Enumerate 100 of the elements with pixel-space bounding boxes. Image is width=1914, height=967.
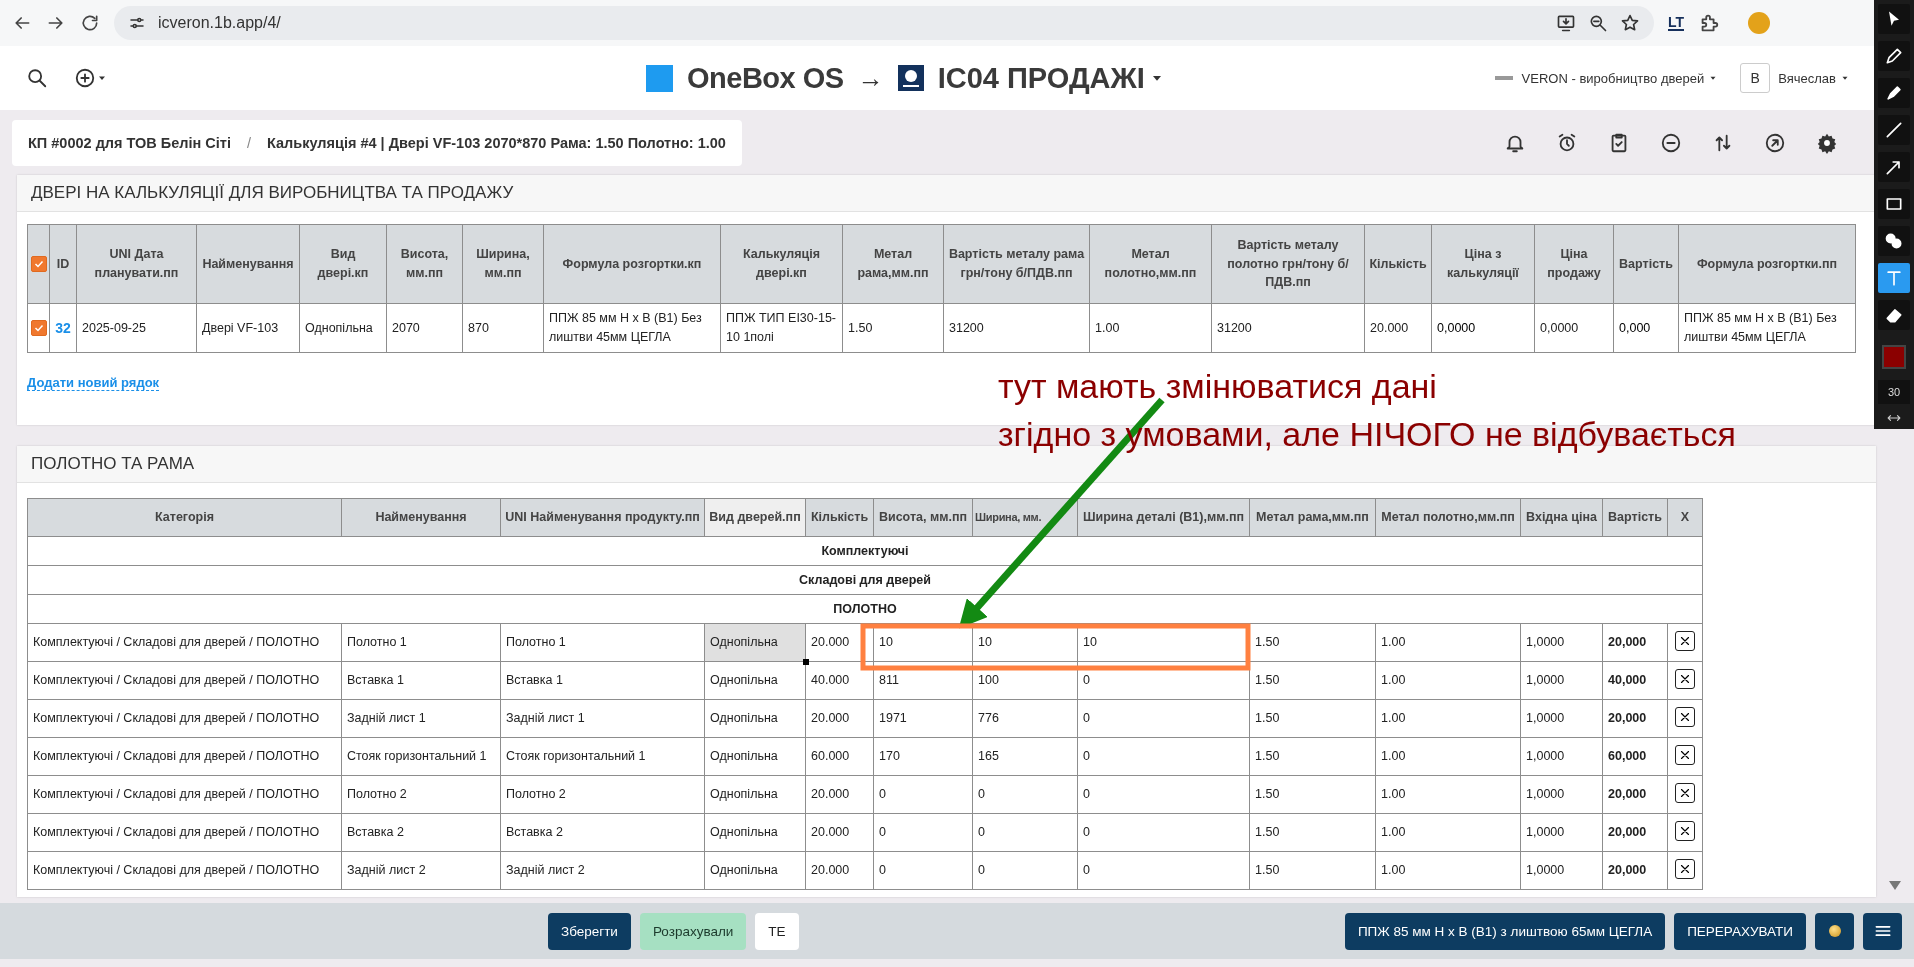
column-header: Категорія (27, 498, 342, 537)
table-cell: Задній лист 1 (500, 699, 705, 738)
menu-button[interactable] (1863, 912, 1902, 950)
pencil-icon (1884, 46, 1904, 66)
address-bar[interactable]: icveron.1b.app/4/ (114, 6, 1654, 40)
pencil-tool[interactable] (1878, 41, 1910, 71)
rectangle-tool[interactable] (1878, 189, 1910, 219)
remove-button[interactable] (1675, 669, 1695, 690)
table-cell: 1.00 (1375, 851, 1521, 890)
scroll-down-icon[interactable] (1889, 881, 1901, 891)
remove-button[interactable] (1675, 745, 1695, 766)
marker-icon (1884, 83, 1904, 103)
brand-logo-icon (646, 64, 673, 92)
table-cell: Стояк горизонтальний 1 (341, 737, 501, 776)
group-heading: ПОЛОТНО (833, 601, 897, 616)
remove-button[interactable] (1675, 859, 1695, 880)
table-cell: 60.000 (805, 737, 874, 776)
line-tool[interactable] (1878, 115, 1910, 145)
table-cell: 0 (1077, 775, 1250, 814)
arrow-circle-button[interactable] (1764, 131, 1786, 154)
table-cell: Двері VF-103 (196, 303, 300, 353)
action-button[interactable]: Розрахували (639, 912, 747, 950)
column-header: Метал полотно,мм.пп (1375, 498, 1521, 537)
table-cell: 0 (1077, 851, 1250, 890)
table-cell: Однопільна (299, 303, 387, 353)
table-cell: Комплектуючі / Складові для дверей / ПОЛОТНО (27, 699, 342, 738)
status-dot-icon (1828, 925, 1841, 937)
table-cell[interactable]: Однопільна (704, 661, 806, 700)
numbered-circles-tool[interactable] (1878, 226, 1910, 256)
breadcrumb-link[interactable]: Калькуляція #4 | Двері VF-103 2070*870 Рама: 1.50 Полотно: 1.00 (267, 134, 726, 151)
table-cell: 0,0000 (1534, 303, 1614, 353)
reload-icon (80, 13, 100, 33)
column-header: Вартість (1602, 498, 1668, 537)
table-cell: 165 (972, 737, 1078, 776)
table-cell[interactable]: Однопільна (704, 813, 806, 852)
table-cell: 1.50 (1249, 737, 1376, 776)
table-cell[interactable]: Однопільна (704, 851, 806, 890)
table-cell: 0 (972, 775, 1078, 814)
brand-name: OneBox OS (687, 61, 844, 95)
table-cell[interactable]: Однопільна (704, 623, 806, 662)
action-button[interactable]: ПЕРЕРАХУВАТИ (1674, 912, 1806, 950)
remove-button[interactable] (1675, 821, 1695, 842)
app-logo-icon (897, 65, 924, 91)
table-cell: 20,000 (1602, 699, 1668, 738)
column-header: Ширина, мм.пп (462, 224, 544, 304)
column-header: Метал рама,мм.пп (1249, 498, 1376, 537)
table-cell: Комплектуючі / Складові для дверей / ПОЛОТНО (27, 737, 342, 776)
column-header: Ширина деталі (В1),мм.пп (1077, 498, 1250, 537)
checkbox[interactable] (30, 320, 47, 337)
column-header: Ціна з калькуляції (1431, 224, 1535, 304)
table-cell: 1.50 (1249, 623, 1376, 662)
column-header: Вид дверей.пп (704, 498, 806, 537)
user-menu[interactable]: Вячеслав (1778, 70, 1850, 86)
remove-button[interactable] (1675, 631, 1695, 652)
column-header: Ціна продажу (1534, 224, 1614, 304)
cursor-tool[interactable] (1878, 4, 1910, 34)
table-cell: 0 (873, 813, 973, 852)
annotation-text: тут мають змінюватися дані (998, 367, 1437, 405)
table-cell: 0 (1077, 737, 1250, 776)
reload-button[interactable] (80, 13, 100, 33)
text-tool-tool[interactable] (1878, 263, 1910, 293)
column-header: Кількість (1364, 224, 1432, 304)
eraser-tool[interactable] (1878, 300, 1910, 330)
extension-button[interactable]: LT (1668, 15, 1685, 31)
alarm-clock-icon (1556, 131, 1578, 154)
action-button[interactable]: ТЕ (755, 912, 799, 950)
table-cell: 1.50 (1249, 775, 1376, 814)
color-swatch[interactable] (1882, 345, 1906, 369)
alarm-clock-button[interactable] (1556, 131, 1578, 154)
table-cell: Полотно 1 (500, 623, 705, 662)
table-cell: 20,000 (1602, 813, 1668, 852)
table-cell: Задній лист 2 (500, 851, 705, 890)
table-cell[interactable]: Однопільна (704, 775, 806, 814)
table-cell: 1,0000 (1520, 699, 1603, 738)
minus-circle-button[interactable] (1660, 131, 1682, 154)
company-selector[interactable]: VERON - виробництво дверей (1521, 70, 1719, 86)
breadcrumb-link[interactable]: КП #0002 для ТОВ Белін Сіті (28, 134, 231, 151)
search-button[interactable] (26, 67, 48, 89)
table-cell: Комплектуючі / Складові для дверей / ПОЛОТНО (27, 813, 342, 852)
table-cell: 1.00 (1089, 303, 1212, 353)
table-cell: 1.00 (1375, 775, 1521, 814)
table-cell[interactable]: Однопільна (704, 699, 806, 738)
remove-button[interactable] (1675, 783, 1695, 804)
status-button[interactable] (1815, 912, 1854, 950)
remove-button[interactable] (1675, 707, 1695, 728)
action-button[interactable]: Зберегти (548, 912, 631, 950)
table-cell: 20,000 (1602, 775, 1668, 814)
arrow-tool[interactable] (1878, 152, 1910, 182)
table-cell: 0 (873, 775, 973, 814)
column-header: Кількість (805, 498, 874, 537)
marker-tool[interactable] (1878, 78, 1910, 108)
brush-size[interactable]: 30 (1878, 380, 1910, 404)
checkbox[interactable] (30, 256, 47, 273)
action-button[interactable]: ППЖ 85 мм Н х В (В1) з лиштвою 65мм ЦЕГЛА (1344, 912, 1666, 950)
table-cell: Вставка 1 (341, 661, 501, 700)
table-cell: 1.00 (1375, 661, 1521, 700)
table-cell[interactable]: Однопільна (704, 737, 806, 776)
table-cell: Вставка 2 (341, 813, 501, 852)
table-cell: 0 (972, 813, 1078, 852)
app-switcher[interactable]: IC04 ПРОДАЖІ (937, 61, 1165, 95)
